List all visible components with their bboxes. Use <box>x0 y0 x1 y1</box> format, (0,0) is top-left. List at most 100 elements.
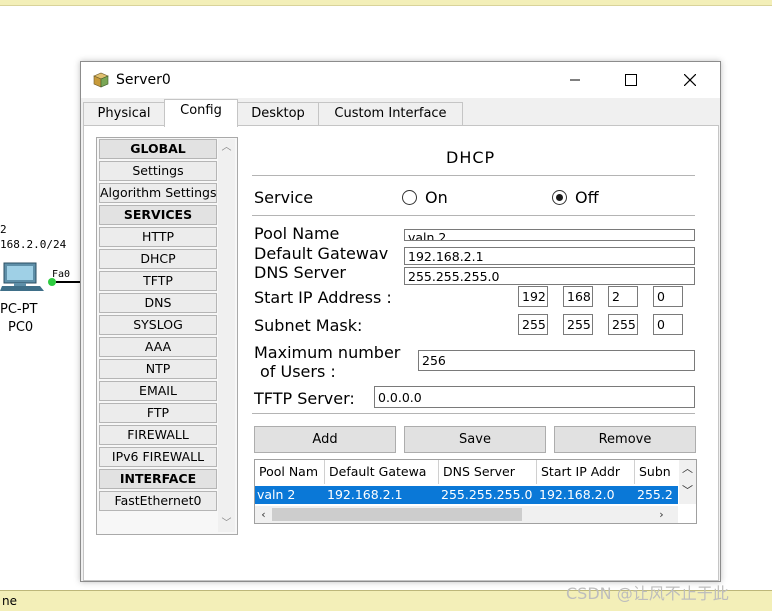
table-header: Pool Nam Default Gatewa DNS Server Start… <box>255 460 678 484</box>
divider <box>252 175 695 176</box>
tab-physical[interactable]: Physical <box>83 102 165 125</box>
maximize-button[interactable] <box>608 62 654 98</box>
server-app-icon <box>93 72 109 88</box>
title-bar[interactable]: Server0 <box>81 62 720 98</box>
sidebar-item-tftp[interactable]: TFTP <box>99 271 217 291</box>
start-ip-octet-1[interactable]: 192 <box>518 286 548 307</box>
scroll-down-icon[interactable]: ﹀ <box>218 515 235 532</box>
sidebar-item-interface: INTERFACE <box>99 469 217 489</box>
divider <box>252 215 695 216</box>
sidebar-item-ntp[interactable]: NTP <box>99 359 217 379</box>
link-status-dot <box>48 278 56 286</box>
tab-desktop[interactable]: Desktop <box>237 102 319 125</box>
table-cell: 192.168.2.1 <box>327 487 403 502</box>
sidebar-item-dhcp[interactable]: DHCP <box>99 249 217 269</box>
dns-server-input[interactable]: 255.255.255.0 <box>404 267 695 285</box>
sidebar-item-settings[interactable]: Settings <box>99 161 217 181</box>
chevron-right-icon[interactable]: › <box>653 506 670 523</box>
radio-selected-dot <box>556 194 563 201</box>
sidebar-item-dns[interactable]: DNS <box>99 293 217 313</box>
start-ip-octet-2[interactable]: 168 <box>563 286 593 307</box>
table-horizontal-scrollbar[interactable]: ‹ › <box>255 506 678 523</box>
service-off-radio[interactable] <box>552 190 567 205</box>
sidebar-item-services: SERVICES <box>99 205 217 225</box>
network-label: 2 168.2.0/24 <box>0 222 66 252</box>
column-header[interactable]: DNS Server <box>439 460 537 484</box>
pc-icon[interactable] <box>0 262 44 292</box>
maximize-icon <box>625 74 637 86</box>
start-ip-octet-3[interactable]: 2 <box>608 286 638 307</box>
add-button[interactable]: Add <box>254 426 396 453</box>
chevron-up-icon[interactable]: ︿ <box>679 460 696 478</box>
scroll-up-icon[interactable]: ︿ <box>218 139 235 156</box>
pool-table: Pool Nam Default Gatewa DNS Server Start… <box>254 459 697 524</box>
subnet-mask-octet-1[interactable]: 255 <box>518 314 548 335</box>
table-row[interactable]: valn 2 192.168.2.1 255.255.255.0 192.168… <box>255 486 678 504</box>
table-cell: 255.255.255.0 <box>441 487 533 502</box>
sidebar-item-http[interactable]: HTTP <box>99 227 217 247</box>
chevron-left-icon[interactable]: ‹ <box>255 506 272 523</box>
minimize-icon <box>570 79 580 81</box>
config-content: GLOBAL Settings Algorithm Settings SERVICES… <box>83 125 719 581</box>
column-header[interactable]: Pool Nam <box>255 460 325 484</box>
table-vertical-scrollbar[interactable]: ︿ ﹀ <box>679 460 696 504</box>
pool-name-input[interactable]: valn 2 <box>404 229 695 241</box>
network-label-line: 2 <box>0 223 7 236</box>
dns-server-label: DNS Server <box>254 263 346 282</box>
service-on-label: On <box>425 188 448 207</box>
subnet-mask-label: Subnet Mask: <box>254 316 363 335</box>
tftp-server-input[interactable]: 0.0.0.0 <box>374 386 695 408</box>
max-users-input[interactable]: 256 <box>418 350 695 371</box>
device-name-label: PC0 <box>8 320 34 335</box>
service-label: Service <box>254 188 314 207</box>
pool-name-label: Pool Name <box>254 224 340 243</box>
watermark: CSDN @让风不止于此 <box>566 584 729 603</box>
dhcp-title: DHCP <box>446 148 496 167</box>
close-icon <box>684 74 696 86</box>
default-gateway-label: Default Gatewav <box>254 244 389 263</box>
subnet-mask-octet-3[interactable]: 255 <box>608 314 638 335</box>
max-users-label-cont: of Users : <box>260 362 336 381</box>
remove-button[interactable]: Remove <box>554 426 696 453</box>
link-line <box>56 281 82 283</box>
status-text: ne <box>2 594 17 608</box>
sidebar-item-firewall[interactable]: FIREWALL <box>99 425 217 445</box>
sidebar-scrollbar[interactable]: ︿ ﹀ <box>218 139 235 532</box>
close-button[interactable] <box>667 62 713 98</box>
sidebar-item-email[interactable]: EMAIL <box>99 381 217 401</box>
service-on-radio[interactable] <box>402 190 417 205</box>
tftp-server-label: TFTP Server: <box>254 389 355 408</box>
minimize-button[interactable] <box>552 62 598 98</box>
table-cell: valn 2 <box>257 487 296 502</box>
max-users-label: Maximum number <box>254 343 401 362</box>
chevron-down-icon[interactable]: ﹀ <box>679 482 696 500</box>
subnet-mask-octet-4[interactable]: 0 <box>653 314 683 335</box>
table-cell: 255.2 <box>637 487 673 502</box>
network-label-line: 168.2.0/24 <box>0 238 67 251</box>
service-off-label: Off <box>575 188 599 207</box>
table-cell: 192.168.2.0 <box>539 487 615 502</box>
sidebar-item-global: GLOBAL <box>99 139 217 159</box>
sidebar-item-ipv6-firewall[interactable]: IPv6 FIREWALL <box>99 447 217 467</box>
sidebar-item-syslog[interactable]: SYSLOG <box>99 315 217 335</box>
default-gateway-input[interactable]: 192.168.2.1 <box>404 247 695 265</box>
window-title: Server0 <box>116 72 171 88</box>
tab-config[interactable]: Config <box>164 99 238 127</box>
column-header[interactable]: Subn <box>635 460 678 484</box>
server-config-window: Server0 Physical Config Desktop Custom I… <box>80 61 721 582</box>
sidebar-item-ftp[interactable]: FTP <box>99 403 217 423</box>
sidebar-item-fastethernet0[interactable]: FastEthernet0 <box>99 491 217 511</box>
column-header[interactable]: Default Gatewa <box>325 460 439 484</box>
start-ip-octet-4[interactable]: 0 <box>653 286 683 307</box>
divider <box>252 413 695 414</box>
save-button[interactable]: Save <box>404 426 546 453</box>
sidebar-item-aaa[interactable]: AAA <box>99 337 217 357</box>
column-header[interactable]: Start IP Addr <box>537 460 635 484</box>
config-sidebar: GLOBAL Settings Algorithm Settings SERVICES… <box>96 137 238 535</box>
tab-custom-interface[interactable]: Custom Interface <box>318 102 463 125</box>
subnet-mask-octet-2[interactable]: 255 <box>563 314 593 335</box>
scroll-thumb[interactable] <box>272 508 522 521</box>
sidebar-item-algorithm-settings[interactable]: Algorithm Settings <box>99 183 217 203</box>
start-ip-label: Start IP Address : <box>254 288 392 307</box>
device-type-label: PC-PT <box>0 302 38 317</box>
